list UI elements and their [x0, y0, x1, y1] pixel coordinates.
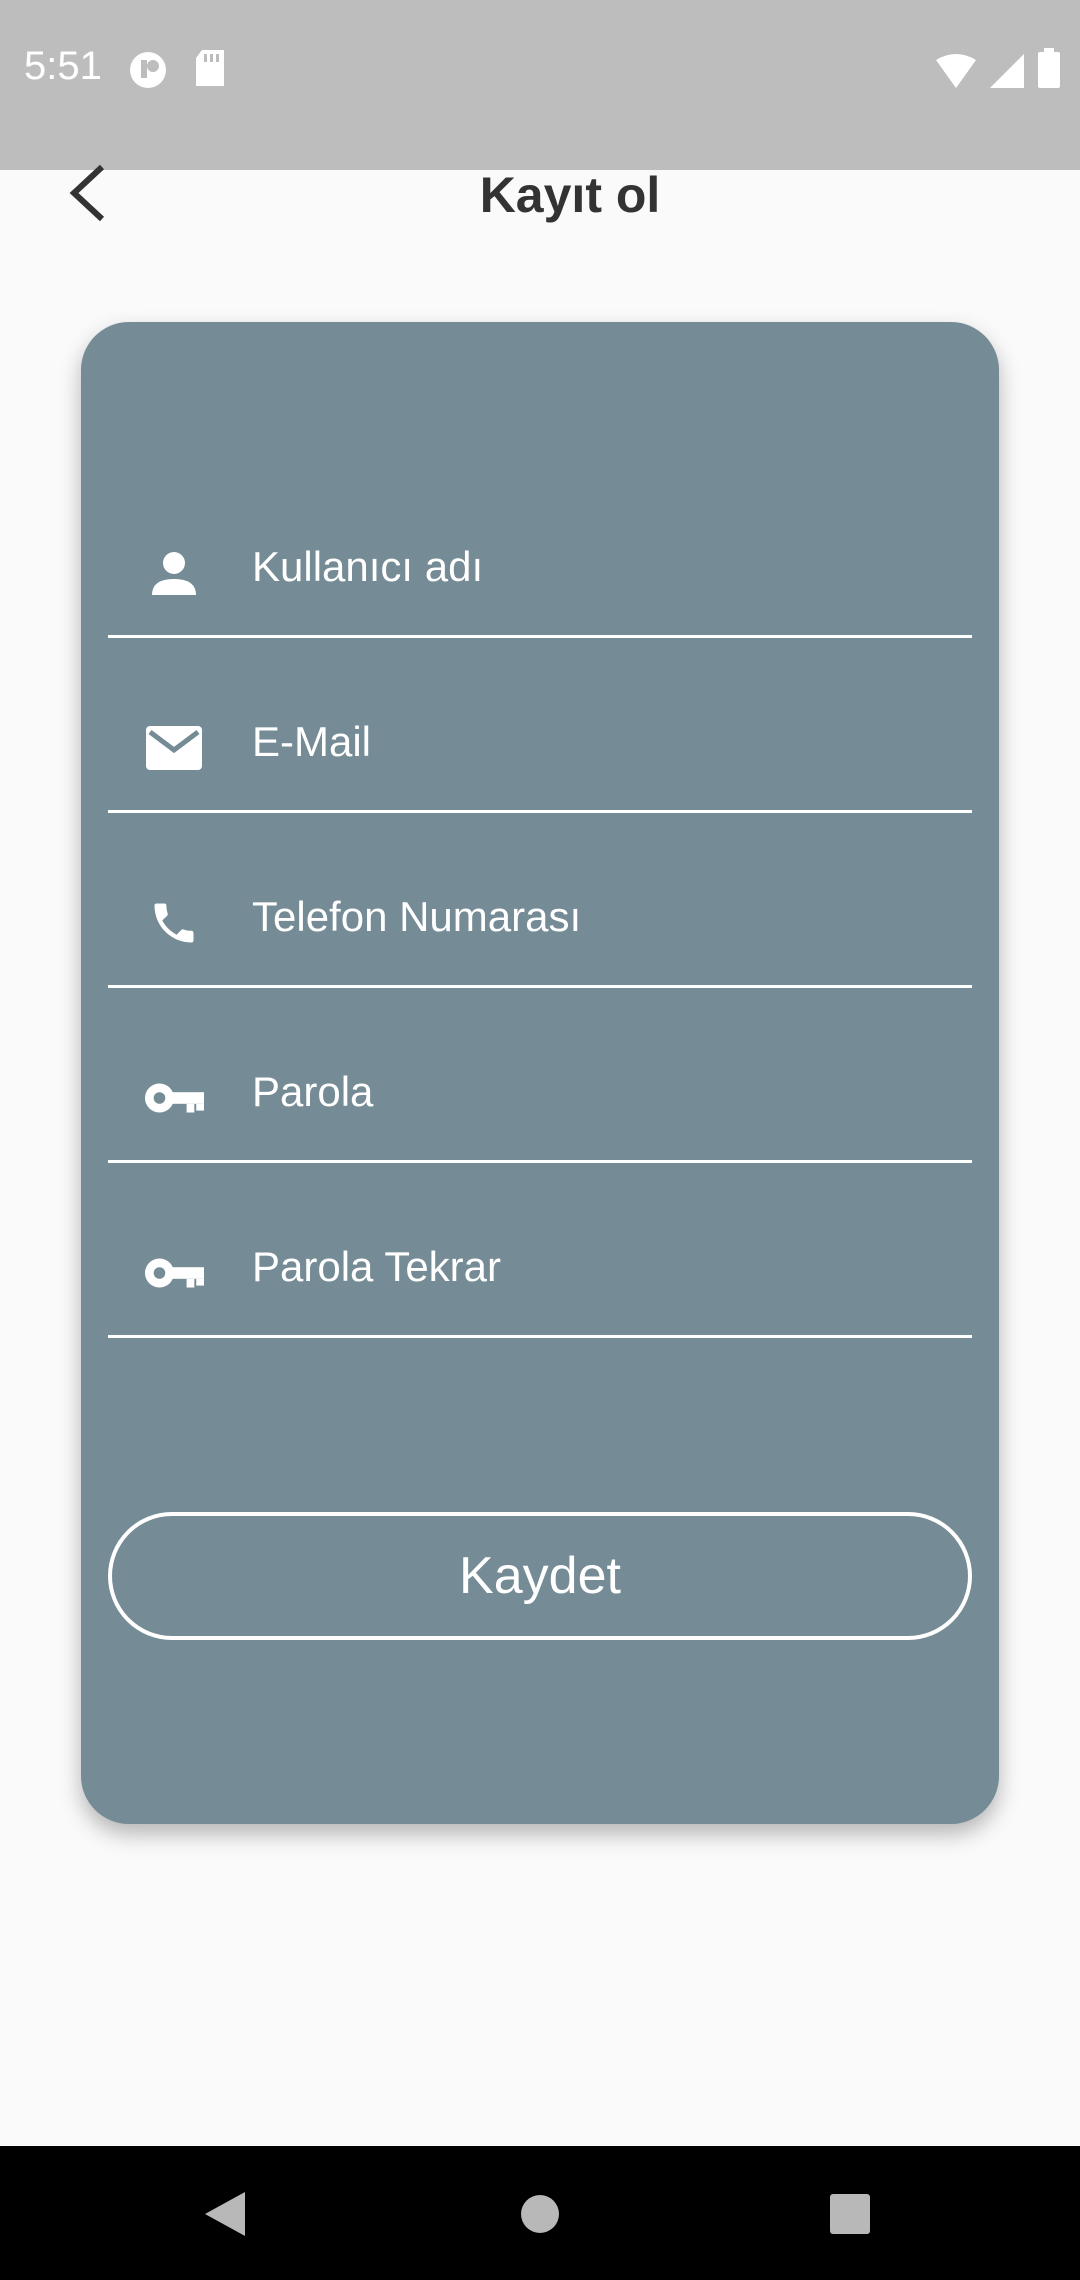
mail-icon	[144, 718, 204, 778]
phone-field[interactable]: Telefon Numarası	[108, 813, 972, 988]
status-icons-right	[936, 48, 1060, 93]
username-field[interactable]: Kullanıcı adı	[108, 463, 972, 638]
recents-square-icon	[830, 2193, 870, 2239]
nav-recents-button[interactable]	[820, 2186, 880, 2246]
home-circle-icon	[520, 2194, 560, 2239]
nav-home-button[interactable]	[510, 2186, 570, 2246]
navigation-bar	[0, 2146, 1080, 2280]
username-placeholder: Kullanıcı adı	[252, 543, 484, 590]
key-icon	[144, 1068, 204, 1128]
nav-back-button[interactable]	[195, 2186, 255, 2246]
key-icon	[144, 1243, 204, 1303]
cellular-signal-icon	[990, 54, 1024, 93]
app-notification-icon	[128, 50, 168, 95]
save-button[interactable]: Kaydet	[108, 1512, 972, 1640]
status-icons-left	[128, 50, 226, 95]
email-field[interactable]: E-Mail	[108, 638, 972, 813]
back-triangle-icon	[205, 2191, 245, 2241]
phone-placeholder: Telefon Numarası	[252, 893, 582, 940]
registration-card: Kullanıcı adı E-Mail Telefon Numarası Pa…	[81, 322, 999, 1824]
password-field[interactable]: Parola	[108, 988, 972, 1163]
password-repeat-field[interactable]: Parola Tekrar	[108, 1163, 972, 1338]
email-placeholder: E-Mail	[252, 718, 372, 765]
page-title: Kayıt ol	[479, 167, 661, 223]
status-bar: 5:51	[0, 0, 1080, 170]
status-time: 5:51	[24, 44, 102, 88]
phone-icon	[144, 893, 204, 953]
sd-card-icon	[194, 50, 226, 95]
battery-icon	[1038, 48, 1060, 93]
password-placeholder: Parola	[252, 1068, 374, 1115]
password-repeat-placeholder: Parola Tekrar	[252, 1243, 502, 1290]
person-icon	[144, 543, 204, 603]
wifi-icon	[936, 54, 976, 93]
